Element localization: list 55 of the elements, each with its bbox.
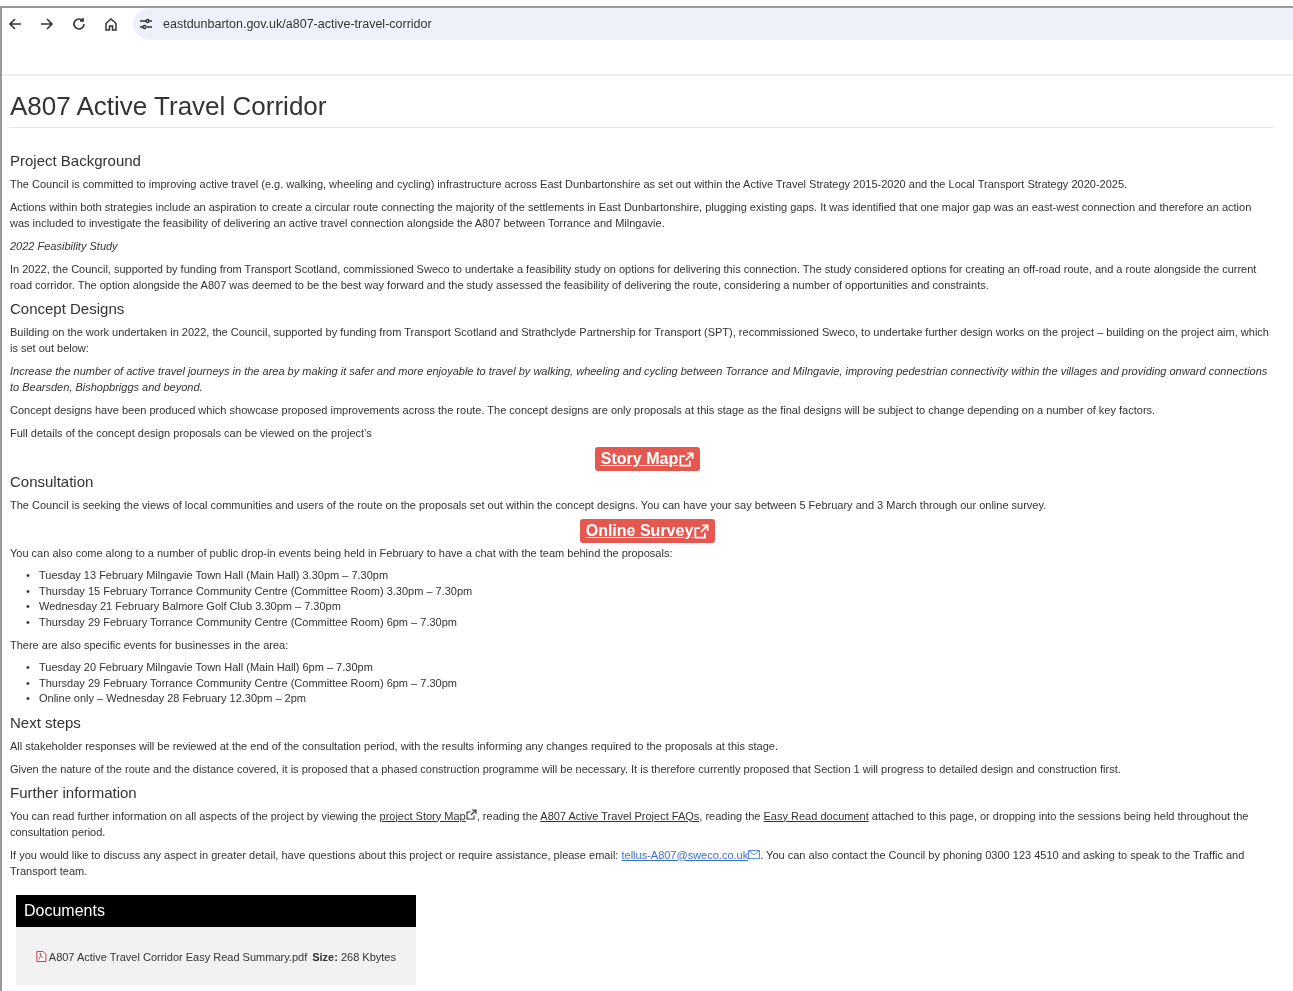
event-item: Thursday 29 February Torrance Community Centre (Committee Room) 6pm – 7.30pm [39, 675, 457, 691]
paragraph: The Council is committed to improving active travel (e.g. walking, wheeling and cycling) infrastructure across East Dunbartonshire as set out within the Active Travel Strategy 2015-2020 and the Local Transport Strategy 2020-2025. [10, 177, 1129, 192]
paragraph: In 2022, the Council, supported by funding from Transport Scotland, commissioned Sweco to undertake a feasibility study on options for delivering this connection. The study considered options for creating an off-road route, and a route alongside the current road corridor. The option alongside the A807 was deemed to be the best way forward and the study assessed the feasibility of delivering the route, considering a number of opportunities and constraints. [10, 262, 1258, 293]
section-heading: Project Background [10, 152, 142, 170]
bullet: • [26, 599, 31, 614]
text-link[interactable]: project Story Map [379, 809, 477, 822]
address-bar[interactable]: eastdunbarton.gov.uk/a807-active-travel-corridor [133, 8, 1293, 40]
external-link-icon [465, 808, 477, 820]
document-link[interactable]: A807 Active Travel Corridor Easy Read Summary.pdf [48, 948, 308, 965]
section-heading: Next steps [10, 713, 82, 732]
mail-icon [748, 849, 761, 859]
section-heading: Concept Designs [10, 300, 126, 318]
bullet: • [26, 614, 31, 630]
paragraph: Full details of the concept design proposals can be viewed on the project’s [10, 426, 373, 441]
text-link[interactable]: Easy Read document [763, 809, 869, 822]
paragraph: Actions within both strategies include an aspiration to create a circular route connecting the majority of the settlements in East Dunbartonshire, plugging existing gaps. It was identified that one major gap was an east-west connection and therefore an action was included to investigate the feasibility of delivering an active travel connection alongside the A807 between Torrance and Milngavie. [10, 200, 1253, 231]
paragraph: The Council is seeking the views of local communities and users of the route on the proposals set out within the concept designs. You can have your say between 5 February and 3 March through our online survey. [10, 498, 1048, 513]
site-settings-icon[interactable] [139, 18, 153, 30]
paragraph: Building on the work undertaken in 2022, the Council, supported by funding from Transport Scotland and Strathclyde Partnership for Transport (SPT), recommissioned Sweco, to undertake further design works on the project – building on the project aim, which is set out below: [10, 325, 1270, 356]
pdf-file-icon [36, 950, 47, 964]
file-size: Size: 268 Kbytes [312, 949, 396, 965]
event-item: Thursday 15 February Torrance Community Centre (Committee Room) 3.30pm – 7.30pm [39, 583, 473, 599]
bullet: • [26, 568, 31, 583]
back-icon[interactable] [8, 17, 22, 31]
external-link-icon [679, 451, 695, 467]
section-heading: Consultation [10, 473, 95, 491]
paragraph: Given the nature of the route and the distance covered, it is proposed that a phased construction programme will be necessary. It is therefore currently proposed that Section 1 will progress to detailed design and construction first. [10, 761, 1122, 777]
documents-header: Documents [16, 894, 416, 927]
event-item: Tuesday 20 February Milngavie Town Hall (Main Hall) 6pm – 7.30pm [39, 660, 373, 675]
paragraph: You can also come along to a number of public drop-in events being held in February to have a chat with the team behind the proposals: [10, 546, 674, 561]
italic-paragraph: 2022 Feasibility Study [10, 239, 119, 254]
paragraph: Concept designs have been produced which showcase proposed improvements across the route. The concept designs are only proposals at this stage as the final designs will be subject to change depending on a number of key factors. [10, 403, 1157, 418]
section-heading: Further information [10, 783, 138, 802]
paragraph: All stakeholder responses will be reviewed at the end of the consultation period, with the results informing any changes required to the proposals at this stage. [10, 738, 779, 754]
external-link-icon [694, 523, 710, 539]
reload-icon[interactable] [72, 17, 86, 31]
url-text[interactable]: eastdunbarton.gov.uk/a807-active-travel-corridor [163, 14, 432, 34]
bullet: • [26, 691, 31, 706]
italic-paragraph: Increase the number of active travel journeys in the area by making it safer and more enjoyable to travel by walking, wheeling and cycling between Torrance and Milngavie, improving pedestrian connectivity within the villages and providing onward connections to Bearsden, Bishopbriggs and beyond. [10, 364, 1269, 395]
paragraph: If you would like to discuss any aspect in greater detail, have questions about this project or require assistance, please email: tellus-A807@sweco.co.uk . You can also contact the Council by phoning 0300 123 4510 and asking to speak to the Traffic and Transport team. [10, 847, 1246, 879]
bullet: • [26, 583, 31, 599]
cta-button[interactable]: Online Survey [579, 519, 716, 543]
paragraph: You can read further information on all aspects of the project by viewing the project Story Map , reading the A807 Active Travel Project FAQs, reading the Easy Read document attached to this page, or dropping into the sessions being held throughout the consultation period. [10, 807, 1250, 840]
forward-icon[interactable] [40, 17, 54, 31]
event-item: Wednesday 21 February Balmore Golf Club 3.30pm – 7.30pm [39, 599, 341, 614]
home-icon[interactable] [104, 17, 118, 31]
email-link[interactable]: tellus-A807@sweco.co.uk [621, 848, 761, 861]
cta-button[interactable]: Story Map [594, 447, 701, 471]
event-item: Thursday 29 February Torrance Community Centre (Committee Room) 6pm – 7.30pm [39, 614, 457, 630]
bullet: • [26, 675, 31, 691]
event-item: Tuesday 13 February Milngavie Town Hall (Main Hall) 3.30pm – 7.30pm [39, 568, 389, 583]
event-item: Online only – Wednesday 28 February 12.30pm – 2pm [39, 691, 306, 706]
page-title: A807 Active Travel Corridor [10, 76, 1273, 128]
bullet: • [26, 660, 31, 675]
paragraph: There are also specific events for businesses in the area: [10, 638, 290, 653]
